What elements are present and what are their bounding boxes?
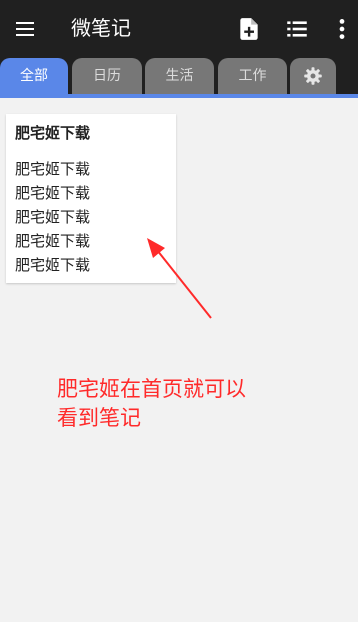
annotation-text: 肥宅姬在首页就可以 看到笔记 [57, 375, 327, 433]
annotation-line-1: 肥宅姬在首页就可以 [57, 377, 246, 401]
annotation-arrow [147, 238, 212, 319]
annotation-line-2: 看到笔记 [57, 406, 141, 430]
